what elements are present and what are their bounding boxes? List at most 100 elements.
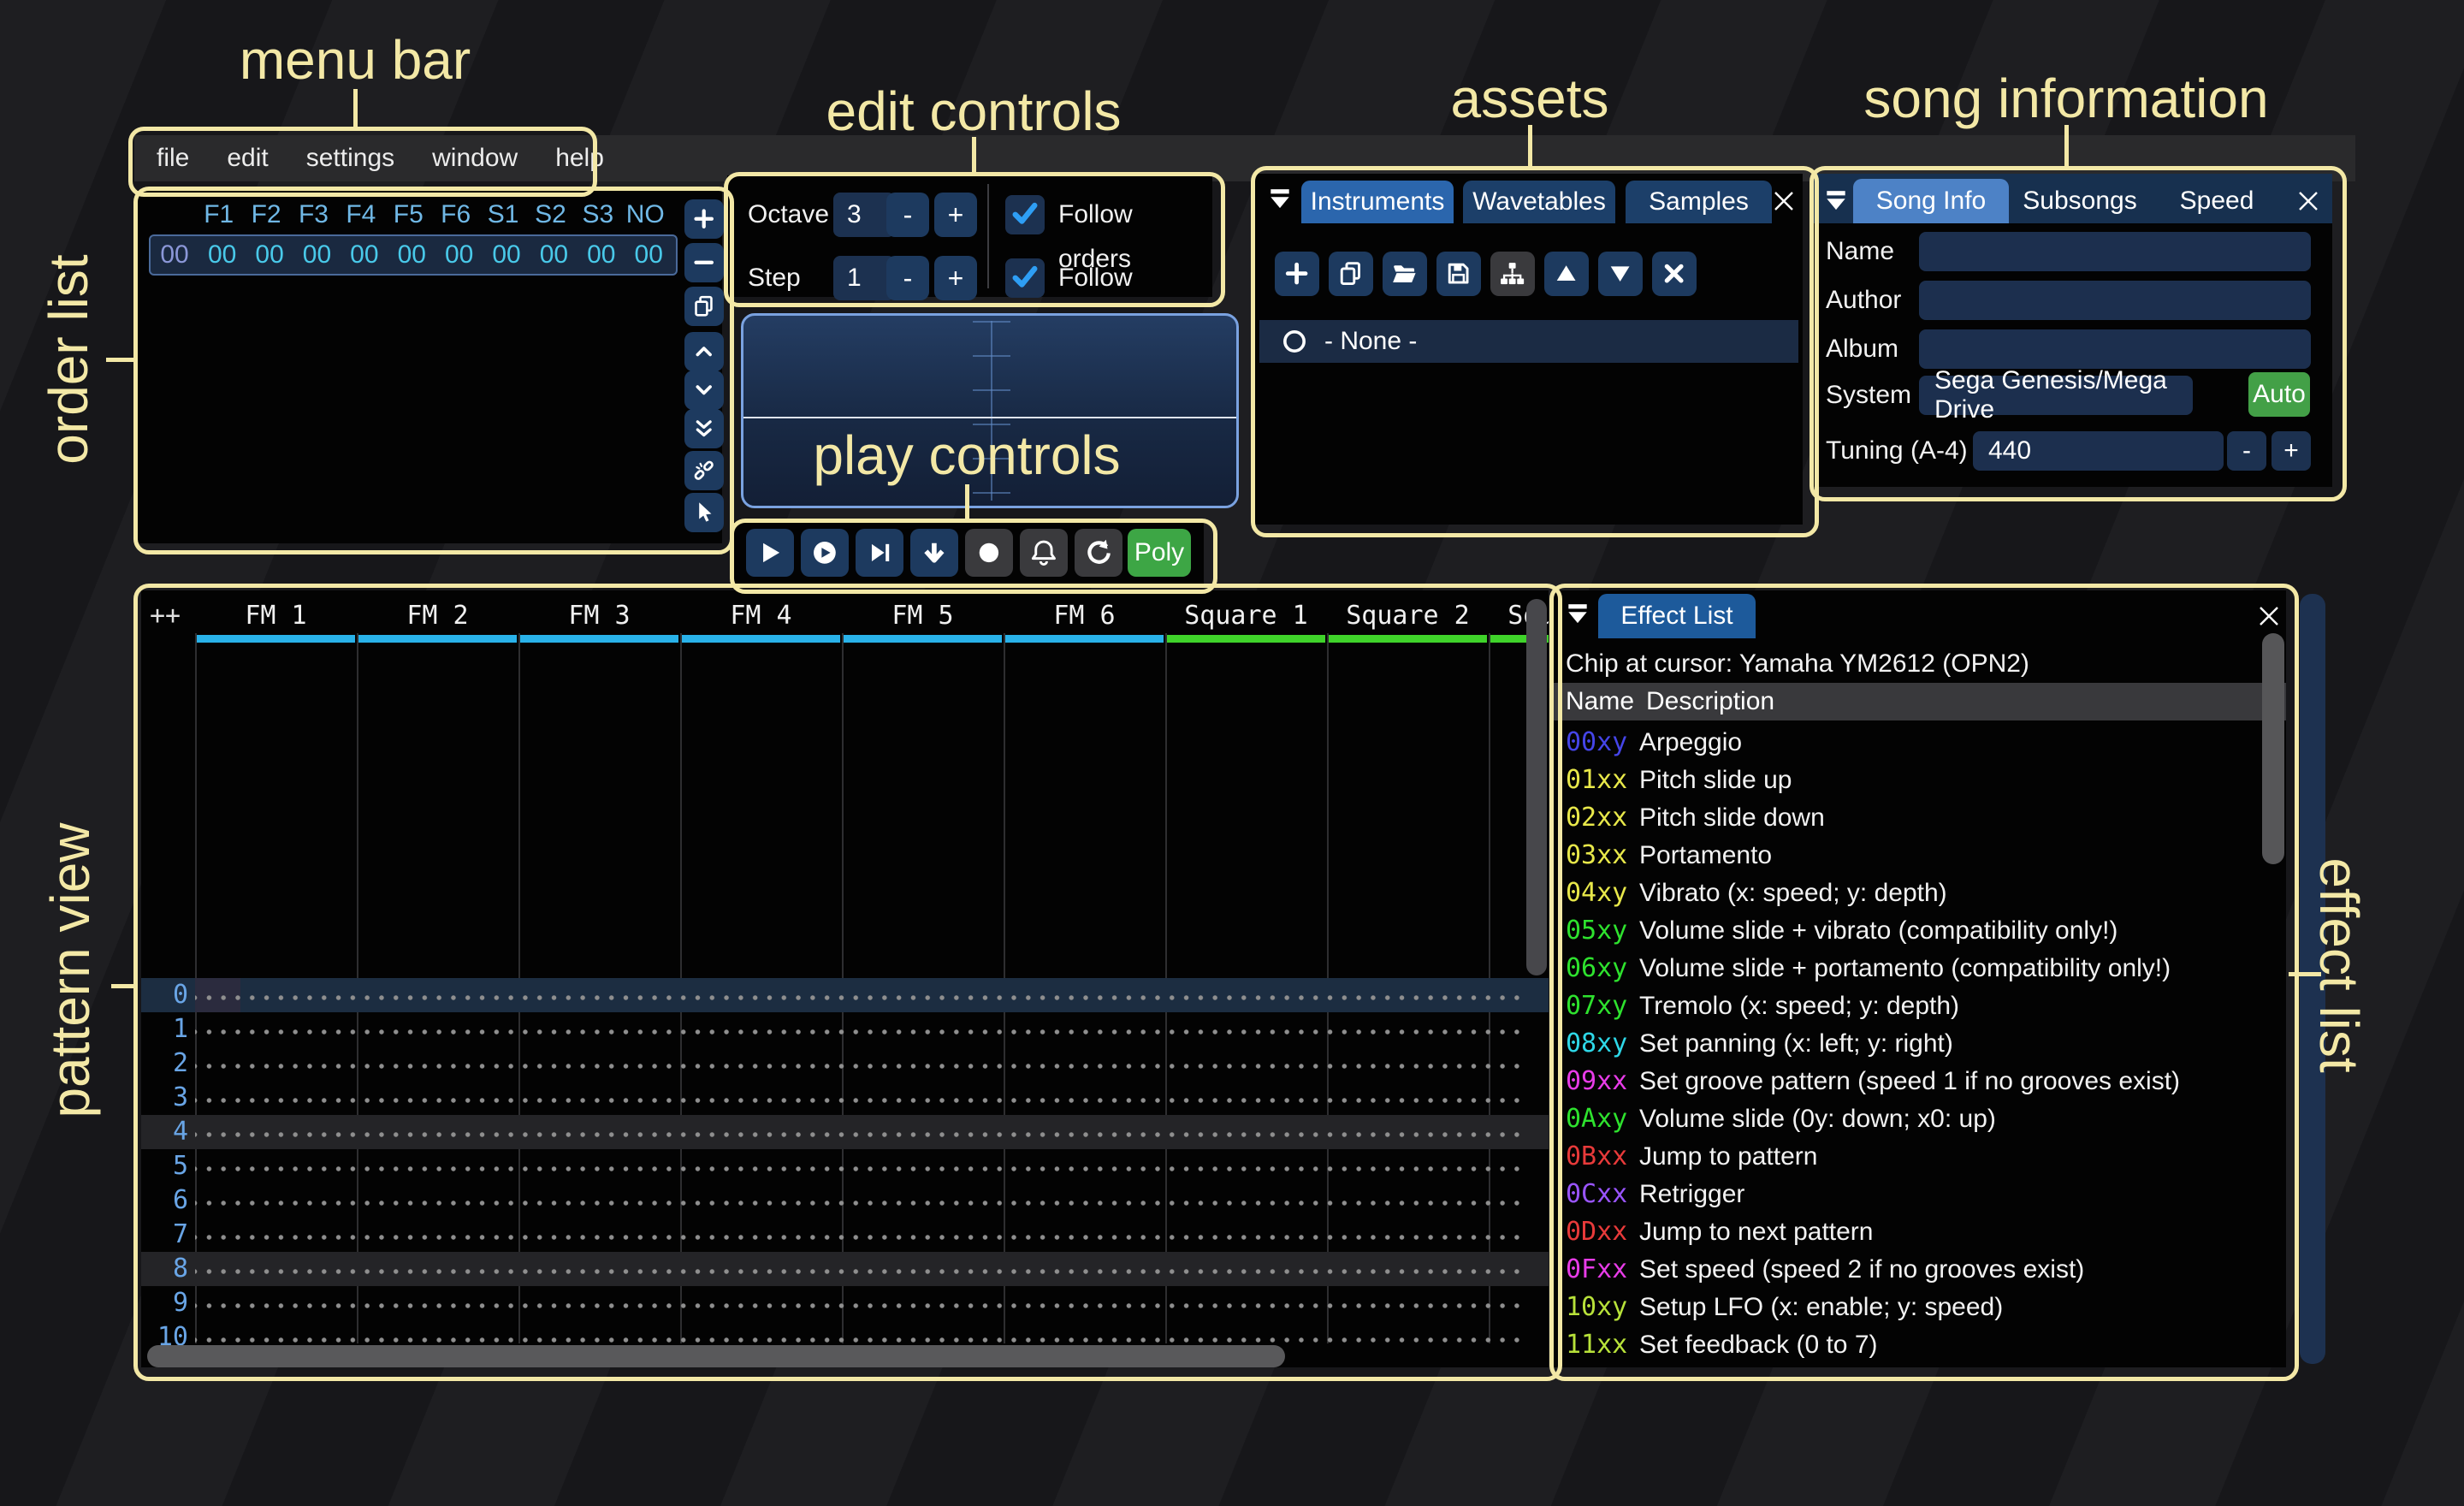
channel-header-fm-6[interactable]: FM 6 xyxy=(1004,601,1165,631)
order-column-S3[interactable]: S3 xyxy=(574,200,621,229)
collapse-icon[interactable] xyxy=(1821,186,1851,216)
octave-decrease-button[interactable]: - xyxy=(886,193,929,237)
channel-header-fm-4[interactable]: FM 4 xyxy=(680,601,842,631)
duplicate-button[interactable] xyxy=(684,287,724,326)
order-column-S2[interactable]: S2 xyxy=(527,200,574,229)
tab-song-info[interactable]: Song Info xyxy=(1853,179,2009,223)
metronome-button[interactable] xyxy=(1020,529,1068,577)
pattern-row[interactable]: 0 xyxy=(141,978,1549,1012)
remove-button[interactable] xyxy=(684,243,724,282)
channel-header-square-1[interactable]: Square 1 xyxy=(1165,601,1327,631)
follow-orders-checkbox[interactable] xyxy=(1005,195,1045,234)
effect-row-01xx[interactable]: 01xx Pitch slide up xyxy=(1554,762,2286,799)
channel-header-fm-3[interactable]: FM 3 xyxy=(518,601,680,631)
tab-samples[interactable]: Samples xyxy=(1626,181,1772,223)
effect-row-09xx[interactable]: 09xx Set groove pattern (speed 1 if no gr… xyxy=(1554,1063,2286,1100)
pattern-row[interactable]: 3 xyxy=(141,1081,1549,1115)
author-field[interactable] xyxy=(1919,281,2311,320)
empty-pattern-cells[interactable] xyxy=(195,1046,1523,1081)
order-column-S1[interactable]: S1 xyxy=(479,200,526,229)
repeat-pattern-button[interactable] xyxy=(1075,529,1122,577)
empty-pattern-cells[interactable] xyxy=(195,1149,1523,1183)
empty-pattern-cells[interactable] xyxy=(195,1218,1523,1252)
unlink-button[interactable] xyxy=(684,451,724,490)
effect-row-05xy[interactable]: 05xy Volume slide + vibrato (compatibilit… xyxy=(1554,912,2286,950)
pattern-row[interactable]: 9 xyxy=(141,1286,1549,1320)
empty-pattern-cells[interactable] xyxy=(195,1286,1523,1320)
effect-row-07xy[interactable]: 07xy Tremolo (x: speed; y: depth) xyxy=(1554,987,2286,1025)
pattern-row[interactable]: 7 xyxy=(141,1218,1549,1252)
tab-speed[interactable]: Speed xyxy=(2153,179,2281,223)
menu-item-file[interactable]: file xyxy=(157,144,189,173)
add-button[interactable] xyxy=(684,199,724,239)
duplicate-button[interactable] xyxy=(1329,252,1373,296)
order-column-NO[interactable]: NO xyxy=(622,200,669,229)
close-icon[interactable] xyxy=(2295,187,2322,215)
open-button[interactable] xyxy=(1383,252,1427,296)
effect-row-11xx[interactable]: 11xx Set feedback (0 to 7) xyxy=(1554,1326,2286,1364)
tab-subsongs[interactable]: Subsongs xyxy=(2016,179,2144,223)
empty-pattern-cells[interactable] xyxy=(195,1081,1523,1115)
pattern-expand-control[interactable]: ++ xyxy=(150,601,181,631)
menu-item-settings[interactable]: settings xyxy=(306,144,394,173)
collapse-icon[interactable] xyxy=(1265,184,1295,215)
pattern-row[interactable]: 5 xyxy=(141,1149,1549,1183)
save-button[interactable] xyxy=(1436,252,1481,296)
close-icon[interactable] xyxy=(2255,602,2283,630)
channel-header-fm-1[interactable]: FM 1 xyxy=(195,601,357,631)
effect-row-0Bxx[interactable]: 0Bxx Jump to pattern xyxy=(1554,1138,2286,1176)
pattern-row[interactable]: 4 xyxy=(141,1115,1549,1149)
move-down-button[interactable] xyxy=(1598,252,1643,296)
close-icon[interactable] xyxy=(1770,187,1798,215)
effect-row-06xy[interactable]: 06xy Volume slide + portamento (compatibi… xyxy=(1554,950,2286,987)
effect-row-0Dxx[interactable]: 0Dxx Jump to next pattern xyxy=(1554,1213,2286,1251)
move-down-button[interactable] xyxy=(684,371,724,410)
collapse-icon[interactable] xyxy=(1562,599,1593,630)
follow-pattern-checkbox[interactable] xyxy=(1005,258,1045,298)
tab-instruments[interactable]: Instruments xyxy=(1301,181,1454,223)
order-cell[interactable]: 00 xyxy=(625,240,672,270)
move-up-button[interactable] xyxy=(1544,252,1589,296)
order-cell[interactable]: 00 xyxy=(246,240,293,270)
order-cell[interactable]: 00 xyxy=(198,240,246,270)
tuning-decrease-button[interactable]: - xyxy=(2227,431,2266,471)
effect-row-02xx[interactable]: 02xx Pitch slide down xyxy=(1554,799,2286,837)
auto-system-button[interactable]: Auto xyxy=(2248,372,2310,417)
order-column-F4[interactable]: F4 xyxy=(337,200,384,229)
toggle-folder-view-button[interactable] xyxy=(1490,252,1535,296)
effect-row-10xy[interactable]: 10xy Setup LFO (x: enable; y: speed) xyxy=(1554,1289,2286,1326)
order-cell[interactable]: 00 xyxy=(530,240,578,270)
tab-effect-list[interactable]: Effect List xyxy=(1598,594,1756,638)
order-column-F3[interactable]: F3 xyxy=(290,200,337,229)
name-field[interactable] xyxy=(1919,232,2311,271)
pattern-horizontal-scrollbar[interactable] xyxy=(147,1345,1285,1367)
order-column-F5[interactable]: F5 xyxy=(385,200,432,229)
empty-pattern-cells[interactable] xyxy=(195,1252,1523,1286)
order-cell[interactable]: 00 xyxy=(435,240,483,270)
add-button[interactable] xyxy=(1275,252,1319,296)
pattern-row[interactable]: 1 xyxy=(141,1012,1549,1046)
pattern-vertical-scrollbar[interactable] xyxy=(1526,599,1547,975)
pattern-row[interactable]: 6 xyxy=(141,1183,1549,1218)
step-increase-button[interactable]: + xyxy=(934,256,977,300)
order-column-F1[interactable]: F1 xyxy=(195,200,242,229)
empty-pattern-cells[interactable] xyxy=(195,1115,1523,1149)
effect-list-scrollbar[interactable] xyxy=(2262,633,2284,864)
order-cell[interactable]: 00 xyxy=(483,240,530,270)
effect-row-0Axy[interactable]: 0Axy Volume slide (0y: down; x0: up) xyxy=(1554,1100,2286,1138)
effect-row-00xy[interactable]: 00xy Arpeggio xyxy=(1554,724,2286,762)
step-row-button[interactable] xyxy=(910,529,958,577)
order-cell[interactable]: 00 xyxy=(293,240,341,270)
system-select[interactable]: Sega Genesis/Mega Drive xyxy=(1919,366,2193,424)
tab-wavetables[interactable]: Wavetables xyxy=(1463,181,1615,223)
order-row[interactable]: 00 00 00 00 00 00 00 00 00 00 00 xyxy=(149,234,678,276)
play-pattern-button[interactable] xyxy=(856,529,903,577)
menu-item-help[interactable]: help xyxy=(555,144,604,173)
tuning-field[interactable]: 440 xyxy=(1973,431,2224,471)
side-scrollbar[interactable] xyxy=(2300,594,2325,1364)
order-cell[interactable]: 00 xyxy=(388,240,435,270)
poly-toggle-button[interactable]: Poly xyxy=(1128,529,1191,577)
order-cell[interactable]: 00 xyxy=(578,240,625,270)
channel-header-square-2[interactable]: Square 2 xyxy=(1327,601,1489,631)
channel-header-fm-5[interactable]: FM 5 xyxy=(842,601,1004,631)
